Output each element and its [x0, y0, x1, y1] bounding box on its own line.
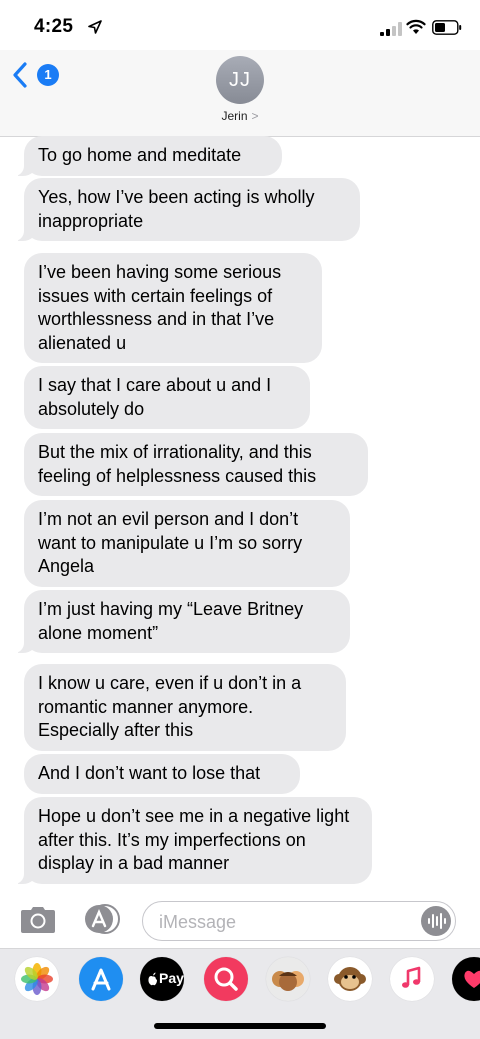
app-store-toggle-icon[interactable]: [82, 903, 122, 935]
message-bubble[interactable]: I say that I care about u and I absolute…: [24, 366, 310, 429]
message-bubble[interactable]: And I don’t want to lose that: [24, 754, 300, 794]
message-text: I’m just having my “Leave Britney alone …: [38, 599, 304, 643]
animoji-avatars-button[interactable]: [266, 957, 310, 1001]
message-text: I’m not an evil person and I don’t want …: [38, 509, 303, 576]
status-time: 4:25: [34, 16, 74, 37]
message-bubble[interactable]: I’m just having my “Leave Britney alone …: [14, 590, 350, 653]
contact-name: Jerin: [221, 109, 248, 123]
photos-app-button[interactable]: [15, 957, 59, 1001]
message-input-placeholder: iMessage: [159, 912, 237, 932]
message-text: I know u care, even if u don’t in a roma…: [38, 673, 302, 740]
home-indicator[interactable]: [154, 1023, 326, 1029]
image-search-button[interactable]: [204, 957, 248, 1001]
cellular-signal-icon: [380, 22, 402, 36]
conversation-header: 1 JJ Jerin >: [0, 50, 480, 137]
message-bubble[interactable]: Hope u don’t see me in a negative light …: [14, 797, 372, 884]
message-input[interactable]: iMessage: [142, 901, 456, 941]
chevron-left-icon: [13, 62, 27, 88]
message-text: To go home and meditate: [38, 145, 242, 165]
message-bubble[interactable]: I know u care, even if u don’t in a roma…: [24, 664, 346, 751]
message-bubble[interactable]: To go home and meditate: [14, 136, 282, 176]
message-bubble[interactable]: I’ve been having some serious issues wit…: [24, 253, 322, 363]
message-bubble[interactable]: But the mix of irrationality, and this f…: [24, 433, 368, 496]
wifi-icon: [406, 19, 426, 34]
search-images-icon: [214, 967, 238, 991]
contact-name-button[interactable]: Jerin >: [0, 109, 480, 123]
location-arrow-icon: [88, 20, 102, 34]
digital-touch-button[interactable]: [452, 957, 480, 1001]
message-text: But the mix of irrationality, and this f…: [38, 442, 317, 486]
digital-touch-icon: [464, 970, 480, 988]
back-button[interactable]: 1: [12, 60, 60, 90]
app-store-icon: [91, 968, 111, 991]
app-store-button[interactable]: [79, 957, 123, 1001]
camera-icon[interactable]: [20, 906, 56, 934]
message-text: I say that I care about u and I absolute…: [38, 375, 272, 419]
waveform-icon: [428, 913, 446, 929]
monkey-animoji-button[interactable]: [328, 957, 372, 1001]
music-icon: [402, 966, 421, 988]
status-bar: 4:25: [0, 0, 480, 50]
monkey-animoji-icon: [334, 967, 366, 991]
message-list: To go home and meditate Yes, how I’ve be…: [0, 136, 480, 886]
contact-avatar[interactable]: JJ: [216, 56, 264, 104]
message-bubble[interactable]: Yes, how I’ve been acting is wholly inap…: [14, 178, 360, 241]
app-drawer: Pay: [0, 948, 480, 1039]
audio-message-button[interactable]: [421, 906, 451, 936]
compose-bar: iMessage: [0, 892, 480, 948]
message-bubble[interactable]: I’m not an evil person and I don’t want …: [24, 500, 350, 587]
message-text: Hope u don’t see me in a negative light …: [38, 806, 350, 873]
message-text: Yes, how I’ve been acting is wholly inap…: [38, 187, 315, 231]
battery-icon: [432, 20, 462, 35]
apple-pay-label: Pay: [159, 970, 184, 986]
message-text: And I don’t want to lose that: [38, 763, 261, 783]
apple-pay-button[interactable]: Pay: [140, 957, 184, 1001]
message-text: I’ve been having some serious issues wit…: [38, 262, 282, 353]
animoji-avatars-icon: [272, 971, 304, 991]
unread-count-badge: 1: [37, 64, 59, 86]
chevron-right-icon: >: [251, 109, 259, 123]
music-button[interactable]: [390, 957, 434, 1001]
photos-icon: [21, 963, 53, 995]
